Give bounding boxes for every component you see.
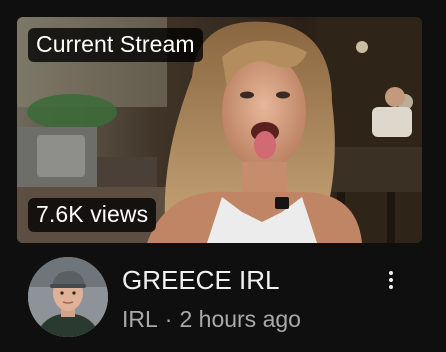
video-subline: IRL · 2 hours ago (122, 306, 301, 334)
more-vertical-icon[interactable] (378, 267, 404, 293)
video-metadata: GREECE IRL IRL · 2 hours ago (0, 255, 446, 345)
avatar-image (28, 257, 108, 337)
more-dot (389, 271, 393, 275)
video-title[interactable]: GREECE IRL (122, 265, 280, 296)
time-ago: 2 hours ago (179, 306, 301, 332)
more-dot (389, 278, 393, 282)
channel-name[interactable]: IRL (122, 306, 158, 332)
views-badge: 7.6K views (28, 198, 157, 232)
channel-avatar[interactable] (28, 257, 108, 337)
separator-dot: · (164, 306, 173, 332)
more-dot (389, 285, 393, 289)
video-thumbnail[interactable]: Current Stream 7.6K views (17, 17, 422, 243)
current-stream-badge: Current Stream (28, 28, 203, 62)
video-card[interactable]: Current Stream 7.6K views GREECE IRL IRL… (0, 0, 446, 352)
